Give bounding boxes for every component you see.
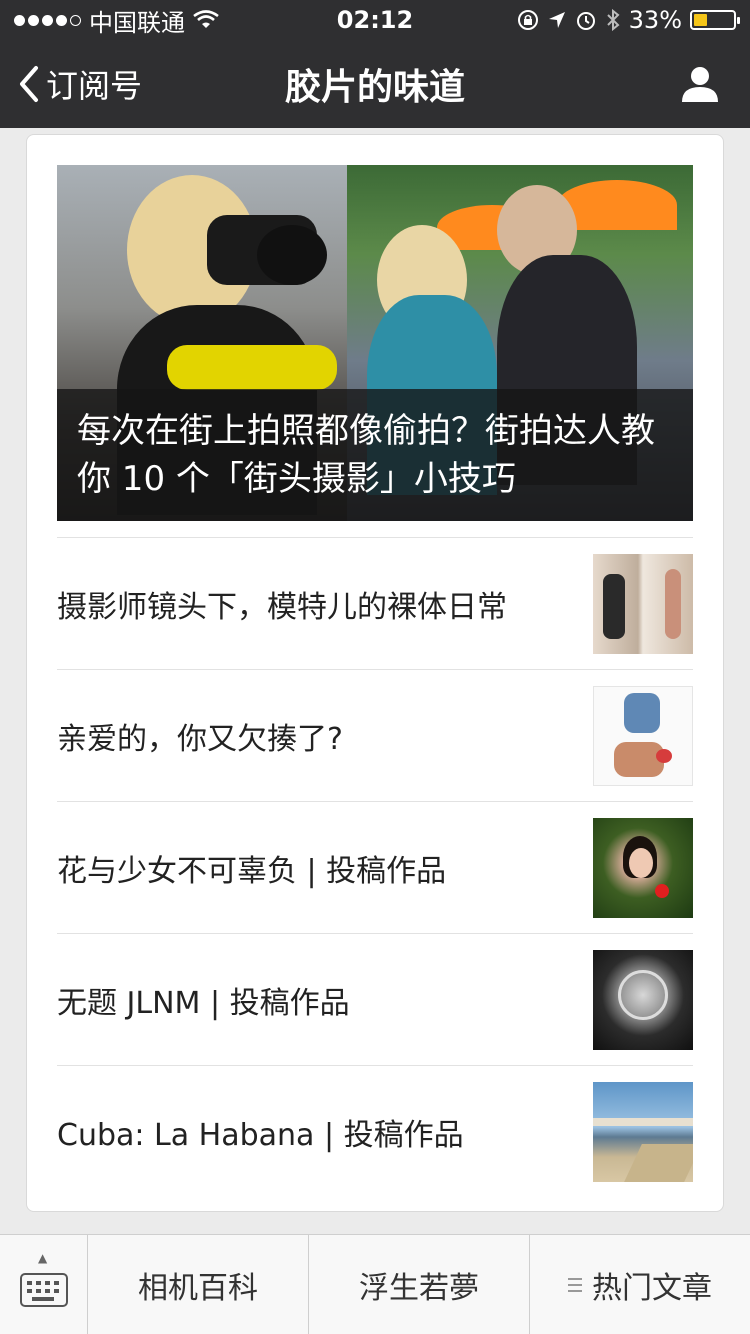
article-thumbnail [593,553,693,654]
caret-up-icon: ▲ [38,1251,48,1265]
keyboard-icon [19,1273,68,1307]
list-item[interactable]: 亲爱的，你又欠揍了? [57,669,693,801]
list-item[interactable]: 花与少女不可辜负 | 投稿作品 [57,801,693,933]
article-title: 无题 JLNM | 投稿作品 [57,985,350,1021]
article-title: 花与少女不可辜负 | 投稿作品 [57,853,447,889]
article-title: 亲爱的，你又欠揍了? [57,721,343,757]
hero-caption: 每次在街上拍照都像偷拍？街拍达人教你 10 个「街头摄影」小技巧 [57,389,693,521]
article-thumbnail [593,685,693,786]
keyboard-toggle-button[interactable]: ▲ [0,1235,88,1334]
profile-icon[interactable] [680,64,720,104]
status-right: 33% [517,6,740,34]
status-left: 中国联通 [14,3,219,38]
chevron-left-icon [20,66,38,102]
rotation-lock-icon [517,10,538,30]
article-list: 摄影师镜头下，模特儿的裸体日常 亲爱的，你又欠揍了? 花与少女不可辜负 | 投稿… [57,537,693,1197]
menu-label: 热门文章 [592,1271,712,1306]
article-thumbnail [593,1081,693,1182]
menu-label: 相机百科 [138,1271,258,1306]
article-card: 每次在街上拍照都像偷拍？街拍达人教你 10 个「街头摄影」小技巧 摄影师镜头下，… [26,134,724,1212]
battery-percent: 33% [628,6,682,34]
article-title: Cuba: La Habana | 投稿作品 [57,1117,464,1153]
wifi-icon [193,10,219,28]
article-thumbnail [593,949,693,1050]
location-icon [548,12,565,28]
battery-fill [694,14,707,26]
nav-bar: 订阅号 胶片的味道 [0,40,750,128]
back-label: 订阅号 [46,67,143,105]
list-item[interactable]: 摄影师镜头下，模特儿的裸体日常 [57,537,693,669]
back-button[interactable]: 订阅号 [18,40,142,128]
menu-label: 浮生若夢 [359,1271,479,1306]
alarm-icon [576,12,595,30]
article-title: 摄影师镜头下，模特儿的裸体日常 [57,589,507,625]
bottom-menu-bar: ▲ 相机百科 浮生若夢 热门文章 [0,1234,750,1334]
battery-icon [690,10,740,30]
article-thumbnail [593,817,693,918]
menu-popular-articles[interactable]: 热门文章 [530,1235,750,1334]
list-item[interactable]: 无题 JLNM | 投稿作品 [57,933,693,1065]
menu-camera-encyclopedia[interactable]: 相机百科 [88,1235,309,1334]
signal-icon [14,14,81,26]
submenu-icon [568,1278,582,1292]
carrier-label: 中国联通 [89,8,185,37]
status-bar: 中国联通 02:12 33% [0,0,750,40]
hero-article[interactable]: 每次在街上拍照都像偷拍？街拍达人教你 10 个「街头摄影」小技巧 [57,165,693,521]
menu-floating-life[interactable]: 浮生若夢 [309,1235,530,1334]
bluetooth-icon [606,8,620,32]
list-item[interactable]: Cuba: La Habana | 投稿作品 [57,1065,693,1197]
